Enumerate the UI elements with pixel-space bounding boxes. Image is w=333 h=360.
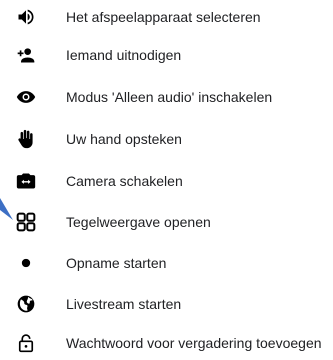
- menu-item-invite-someone[interactable]: Iemand uitnodigen: [0, 38, 333, 72]
- menu-item-label: Opname starten: [66, 255, 167, 271]
- menu-item-label: Iemand uitnodigen: [66, 47, 182, 63]
- menu-item-audio-only-mode[interactable]: Modus 'Alleen audio' inschakelen: [0, 80, 333, 114]
- speaker-icon: [16, 7, 36, 27]
- menu-item-label: Livestream starten: [66, 296, 182, 312]
- livestream-icon: [16, 294, 36, 314]
- menu-item-add-meeting-password[interactable]: Wachtwoord voor vergadering toevoegen: [0, 326, 333, 360]
- add-person-icon: [16, 45, 36, 65]
- switch-camera-icon: [16, 171, 36, 191]
- overflow-menu: Het afspeelapparaat selecteren Iemand ui…: [0, 0, 333, 358]
- lock-icon: [16, 333, 36, 353]
- menu-item-open-tile-view[interactable]: Tegelweergave openen: [0, 205, 333, 239]
- cursor-pointer-icon: [0, 198, 13, 220]
- raised-hand-icon: [16, 129, 36, 149]
- menu-item-raise-hand[interactable]: Uw hand opsteken: [0, 122, 333, 156]
- menu-item-label: Uw hand opsteken: [66, 131, 182, 147]
- menu-item-label: Het afspeelapparaat selecteren: [66, 9, 261, 25]
- tile-view-icon: [16, 212, 36, 232]
- eye-icon: [16, 87, 36, 107]
- menu-item-label: Camera schakelen: [66, 173, 183, 189]
- menu-item-select-playback-device[interactable]: Het afspeelapparaat selecteren: [0, 0, 333, 34]
- menu-item-switch-camera[interactable]: Camera schakelen: [0, 164, 333, 198]
- menu-item-start-livestream[interactable]: Livestream starten: [0, 287, 333, 321]
- record-icon: [16, 253, 36, 273]
- menu-item-label: Wachtwoord voor vergadering toevoegen: [66, 335, 322, 351]
- menu-item-label: Tegelweergave openen: [66, 214, 211, 230]
- menu-item-label: Modus 'Alleen audio' inschakelen: [66, 89, 273, 105]
- menu-item-start-recording[interactable]: Opname starten: [0, 246, 333, 280]
